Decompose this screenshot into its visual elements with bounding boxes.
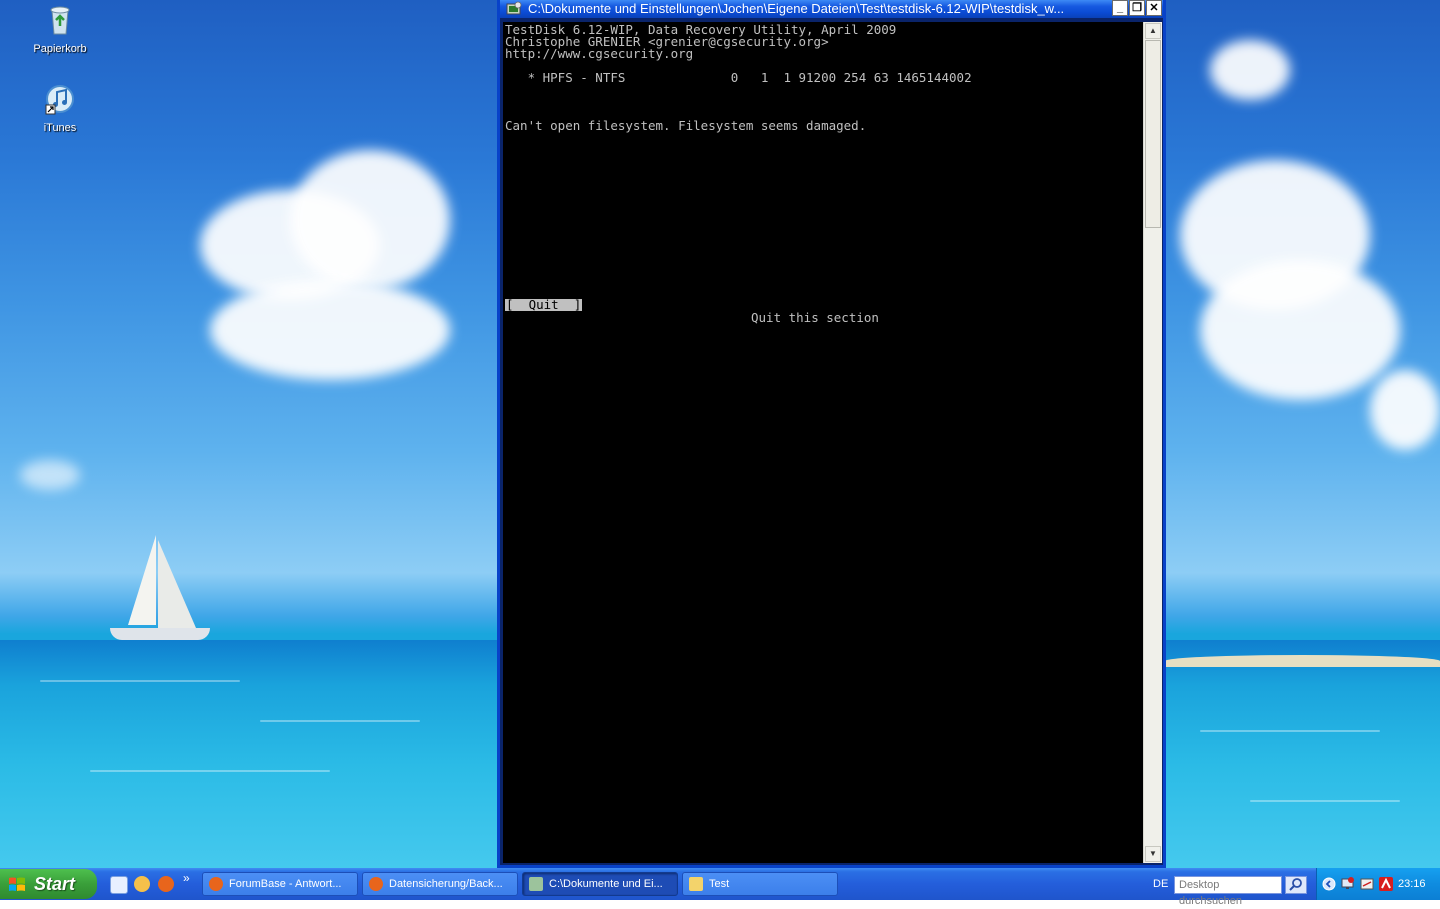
console-line-url: http://www.cgsecurity.org [505,46,694,61]
task-datensicherung[interactable]: Datensicherung/Back... [362,872,518,896]
volume-icon[interactable] [1360,877,1374,891]
console-app-icon[interactable] [506,1,522,17]
cloud [290,150,450,290]
task-console[interactable]: C:\Dokumente und Ei... [522,872,678,896]
windows-logo-icon [9,877,25,891]
quit-menu-option[interactable]: [ Quit ] [505,298,583,311]
task-test-folder[interactable]: Test [682,872,838,896]
show-desktop-icon[interactable] [110,876,128,894]
taskbar: Start » ForumBase - Antwort... Datensich… [0,868,1440,907]
task-label: C:\Dokumente und Ei... [549,878,663,890]
cloud [20,460,80,490]
search-icon [1289,878,1302,891]
start-button[interactable]: Start [0,869,97,899]
browser-quicklaunch-icon[interactable] [134,876,150,892]
island [1165,655,1440,667]
firefox-icon [369,877,383,891]
cloud [210,280,450,380]
console-line-partition: * HPFS - NTFS 0 1 1 91200 254 63 1465144… [505,70,972,85]
console-window: C:\Dokumente und Einstellungen\Jochen\Ei… [497,0,1166,868]
sailboat-sail [128,535,156,625]
vertical-scrollbar[interactable]: ▲ ▼ [1143,22,1162,863]
cloud [1210,40,1290,100]
itunes-desktop-icon[interactable]: iTunes [20,83,100,134]
scroll-down-arrow-icon[interactable]: ▼ [1145,846,1161,862]
console-line-error: Can't open filesystem. Filesystem seems … [505,118,867,133]
task-label: Datensicherung/Back... [389,878,503,890]
search-button[interactable] [1285,876,1307,894]
scroll-up-arrow-icon[interactable]: ▲ [1145,23,1161,39]
task-label: Test [709,878,730,890]
sailboat-sail [158,540,196,628]
cloud [1370,370,1440,450]
clock[interactable]: 23:16 [1398,878,1426,890]
language-indicator[interactable]: DE [1153,878,1168,890]
quit-hint: Quit this section [751,310,879,325]
restore-button[interactable]: ❐ [1129,0,1145,16]
itunes-icon [45,85,74,115]
cloud [1200,260,1400,400]
firefox-icon [209,877,223,891]
window-title: C:\Dokumente und Einstellungen\Jochen\Ei… [528,1,1065,16]
sea-ripple [1250,800,1400,802]
firefox-quicklaunch-icon[interactable] [158,876,174,892]
scrollbar-thumb[interactable] [1145,40,1161,228]
quicklaunch-more-chevron[interactable]: » [183,871,190,885]
console-icon [529,877,543,891]
sea-ripple [1200,730,1380,732]
task-label: ForumBase - Antwort... [229,878,342,890]
console-output[interactable]: TestDisk 6.12-WIP, Data Recovery Utility… [503,22,1143,863]
title-bar[interactable]: C:\Dokumente und Einstellungen\Jochen\Ei… [500,0,1163,18]
close-button[interactable]: ✕ [1146,0,1162,16]
network-icon[interactable] [1341,877,1355,891]
itunes-label: iTunes [43,122,77,134]
recycle-bin-label: Papierkorb [33,43,87,55]
minimize-button[interactable]: _ [1112,0,1128,16]
sailboat-hull [110,628,210,640]
folder-icon [689,877,703,891]
recycle-bin-icon [50,6,70,35]
start-label: Start [34,874,76,894]
recycle-bin-desktop-icon[interactable]: Papierkorb [20,4,100,55]
sea-ripple [40,680,240,682]
task-forumbase[interactable]: ForumBase - Antwort... [202,872,358,896]
desktop-search-input[interactable]: Desktop durchsuchen [1174,876,1282,907]
antivirus-icon[interactable] [1379,877,1393,891]
tray-arrow-icon[interactable] [1322,877,1336,891]
sea-ripple [260,720,420,722]
sea-ripple [90,770,330,772]
